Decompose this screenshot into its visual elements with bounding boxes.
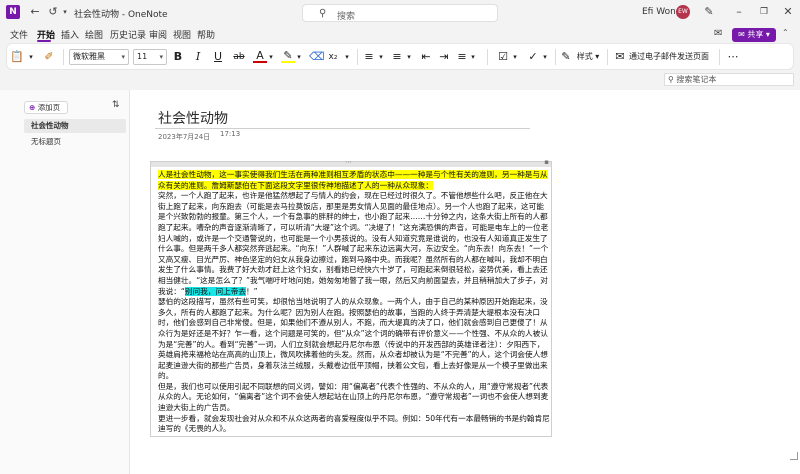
back-icon[interactable]: ← [28,5,42,19]
page-time: 17:13 [220,130,241,138]
resize-grip-icon[interactable] [790,452,798,460]
highlighted-text: 人是社会性动物，这一事实使得我们生活在两种准则相互矛盾的状态中——一种是与个性有… [158,170,548,190]
qat-dropdown-icon[interactable]: ▾ [58,5,72,19]
collapse-ribbon-icon[interactable]: ⌃ [782,28,789,37]
menu-view[interactable]: 视图 [173,28,191,41]
tag-icon[interactable]: ✓ [525,48,541,66]
note-paragraph: 瑟伯的这段描写，虽然有些可笑，却很恰当地说明了人的从众现象。一两个人，由于自己的… [158,297,548,381]
note-text-run: 突然，一个人跑了起来，也许是他猛然想起了与情人的约会，现在已经过时很久了。不管他… [158,191,549,296]
menu-file[interactable]: 文件 [10,28,28,41]
ribbon-separator [63,49,64,65]
share-button[interactable]: ✉ 共享 ▾ [732,28,776,42]
styles-label: 样式 [576,52,593,61]
menu-review[interactable]: 审阅 [149,28,167,41]
paste-icon[interactable]: 📋 [9,48,25,66]
page-title[interactable]: 社会性动物 [158,108,228,128]
page-item-selected[interactable]: 社会性动物 [24,119,126,133]
window-title: 社会性动物 - OneNote [74,10,168,20]
highlighted-text-cyan: 别问我，问上帝去 [184,286,247,296]
title-divider [155,128,530,129]
bell-icon[interactable]: ✉ [714,28,722,39]
onenote-logo-icon: N [6,5,20,19]
more-options-icon[interactable]: ⋯ [725,48,741,66]
subscript-button[interactable]: x₂ [323,48,343,66]
indent-icon[interactable]: ⇥ [437,48,451,66]
align-icon[interactable]: ≡ [455,48,469,66]
numbered-dropdown-icon[interactable]: ▾ [405,48,413,66]
minimize-icon[interactable]: – [732,5,746,19]
search-icon: ⚲ [319,8,327,19]
pen-icon[interactable]: ✎ [702,5,716,19]
note-resize-icon[interactable]: ▪ [544,158,549,166]
highlight-button[interactable]: ✎ [281,48,295,63]
email-page-label: 通过电子邮件发送页面 [629,52,709,61]
menu-draw[interactable]: 绘图 [85,28,103,41]
tag-dropdown-icon[interactable]: ▾ [511,48,519,66]
note-paragraph: 但是，我们也可以使用引起不同联想的同义词，譬如：用“偏离者”代表个性强的、不从众… [158,381,549,413]
active-tab-indicator [37,40,51,42]
add-page-button[interactable]: ⊕ 添加页 [24,101,68,114]
styles-icon[interactable]: ✎ [559,48,573,66]
styles-button[interactable]: 样式 ▾ [573,48,603,66]
menu-history[interactable]: 历史记录 [110,28,146,41]
ribbon: 📋 ▾ ✐ 微软雅黑 ▾ 11 ▾ B I U ab A ▾ ✎ ▾ ⌫ x₂ ▾ … [6,43,794,70]
paste-dropdown-icon[interactable]: ▾ [27,48,35,66]
ribbon-separator [555,49,556,65]
email-page-button[interactable]: 通过电子邮件发送页面 [629,48,715,66]
share-label: 共享 [747,30,764,39]
note-move-icon[interactable]: ⋯ [345,158,352,166]
search-input[interactable]: ⚲ 搜索 [302,4,498,22]
tag2-dropdown-icon[interactable]: ▾ [541,48,549,66]
email-icon[interactable]: ✉ [613,48,627,66]
note-paragraph: 突然，一个人跑了起来，也许是他猛然想起了与情人的约会，现在已经过时很久了。不管他… [158,191,551,297]
close-icon[interactable]: ✕ [781,5,795,19]
format-painter-icon[interactable]: ✐ [41,48,57,66]
font-size-value: 11 [137,52,148,61]
note-text[interactable]: 人是社会性动物，这一事实使得我们生活在两种准则相互矛盾的状态中——一种是与个性有… [158,170,551,435]
maximize-icon[interactable]: ❐ [757,5,771,19]
ribbon-separator [719,49,720,65]
todo-tag-icon[interactable]: ☑ [495,48,511,66]
ribbon-separator [487,49,488,65]
menu-bar: 文件 开始 插入 绘图 历史记录 审阅 视图 帮助 [0,26,800,42]
italic-button[interactable]: I [191,48,205,66]
font-size-select[interactable]: 11 ▾ [133,49,167,65]
underline-button[interactable]: U [211,48,225,66]
numbered-list-icon[interactable]: ≡ [389,48,405,66]
search-notebook-input[interactable]: ⚲ 搜索笔记本 [664,73,794,86]
search-notebook-placeholder: 搜索笔记本 [676,75,717,84]
add-page-label: 添加页 [37,103,61,112]
note-paragraph-intro: 人是社会性动物，这一事实使得我们生活在两种准则相互矛盾的状态中——一种是与个性有… [158,170,551,191]
font-color-dropdown-icon[interactable]: ▾ [267,48,275,66]
clear-format-icon[interactable]: ⌫ [309,48,325,66]
bullet-dropdown-icon[interactable]: ▾ [377,48,385,66]
add-icon: ⊕ [29,103,36,112]
menu-help[interactable]: 帮助 [197,28,215,41]
ribbon-separator [357,49,358,65]
sort-icon[interactable]: ⇅ [112,100,120,110]
search-placeholder: 搜索 [337,12,356,22]
avatar[interactable]: EW [676,5,690,19]
outdent-icon[interactable]: ⇤ [419,48,433,66]
page-item[interactable]: 无标题页 [24,135,126,149]
bold-button[interactable]: B [171,48,185,66]
subscript-dropdown-icon[interactable]: ▾ [343,48,351,66]
font-color-button[interactable]: A [253,48,267,63]
highlight-dropdown-icon[interactable]: ▾ [295,48,303,66]
ribbon-separator [607,49,608,65]
chevron-down-icon: ▾ [121,53,125,61]
note-container[interactable]: ⋯ ▪ 人是社会性动物，这一事实使得我们生活在两种准则相互矛盾的状态中——一种是… [150,158,552,437]
font-name-value: 微软雅黑 [73,52,105,61]
menu-insert[interactable]: 插入 [61,28,79,41]
align-dropdown-icon[interactable]: ▾ [469,48,477,66]
note-text-run: ！” [246,286,258,296]
title-bar: N ← ↺ ▾ 社会性动物 - OneNote ⚲ 搜索 Efi Wong EW… [0,0,800,26]
strikethrough-button[interactable]: ab [231,48,247,66]
font-name-select[interactable]: 微软雅黑 ▾ [69,49,129,65]
chevron-down-icon: ▾ [159,53,163,61]
bullet-list-icon[interactable]: ≡ [361,48,377,66]
page-date: 2023年7月24日 [158,133,211,141]
note-paragraph: 更进一步看，就会发现社会对从众和不从众这两者的喜爱程度似乎不同。例如：50年代有… [158,413,550,434]
